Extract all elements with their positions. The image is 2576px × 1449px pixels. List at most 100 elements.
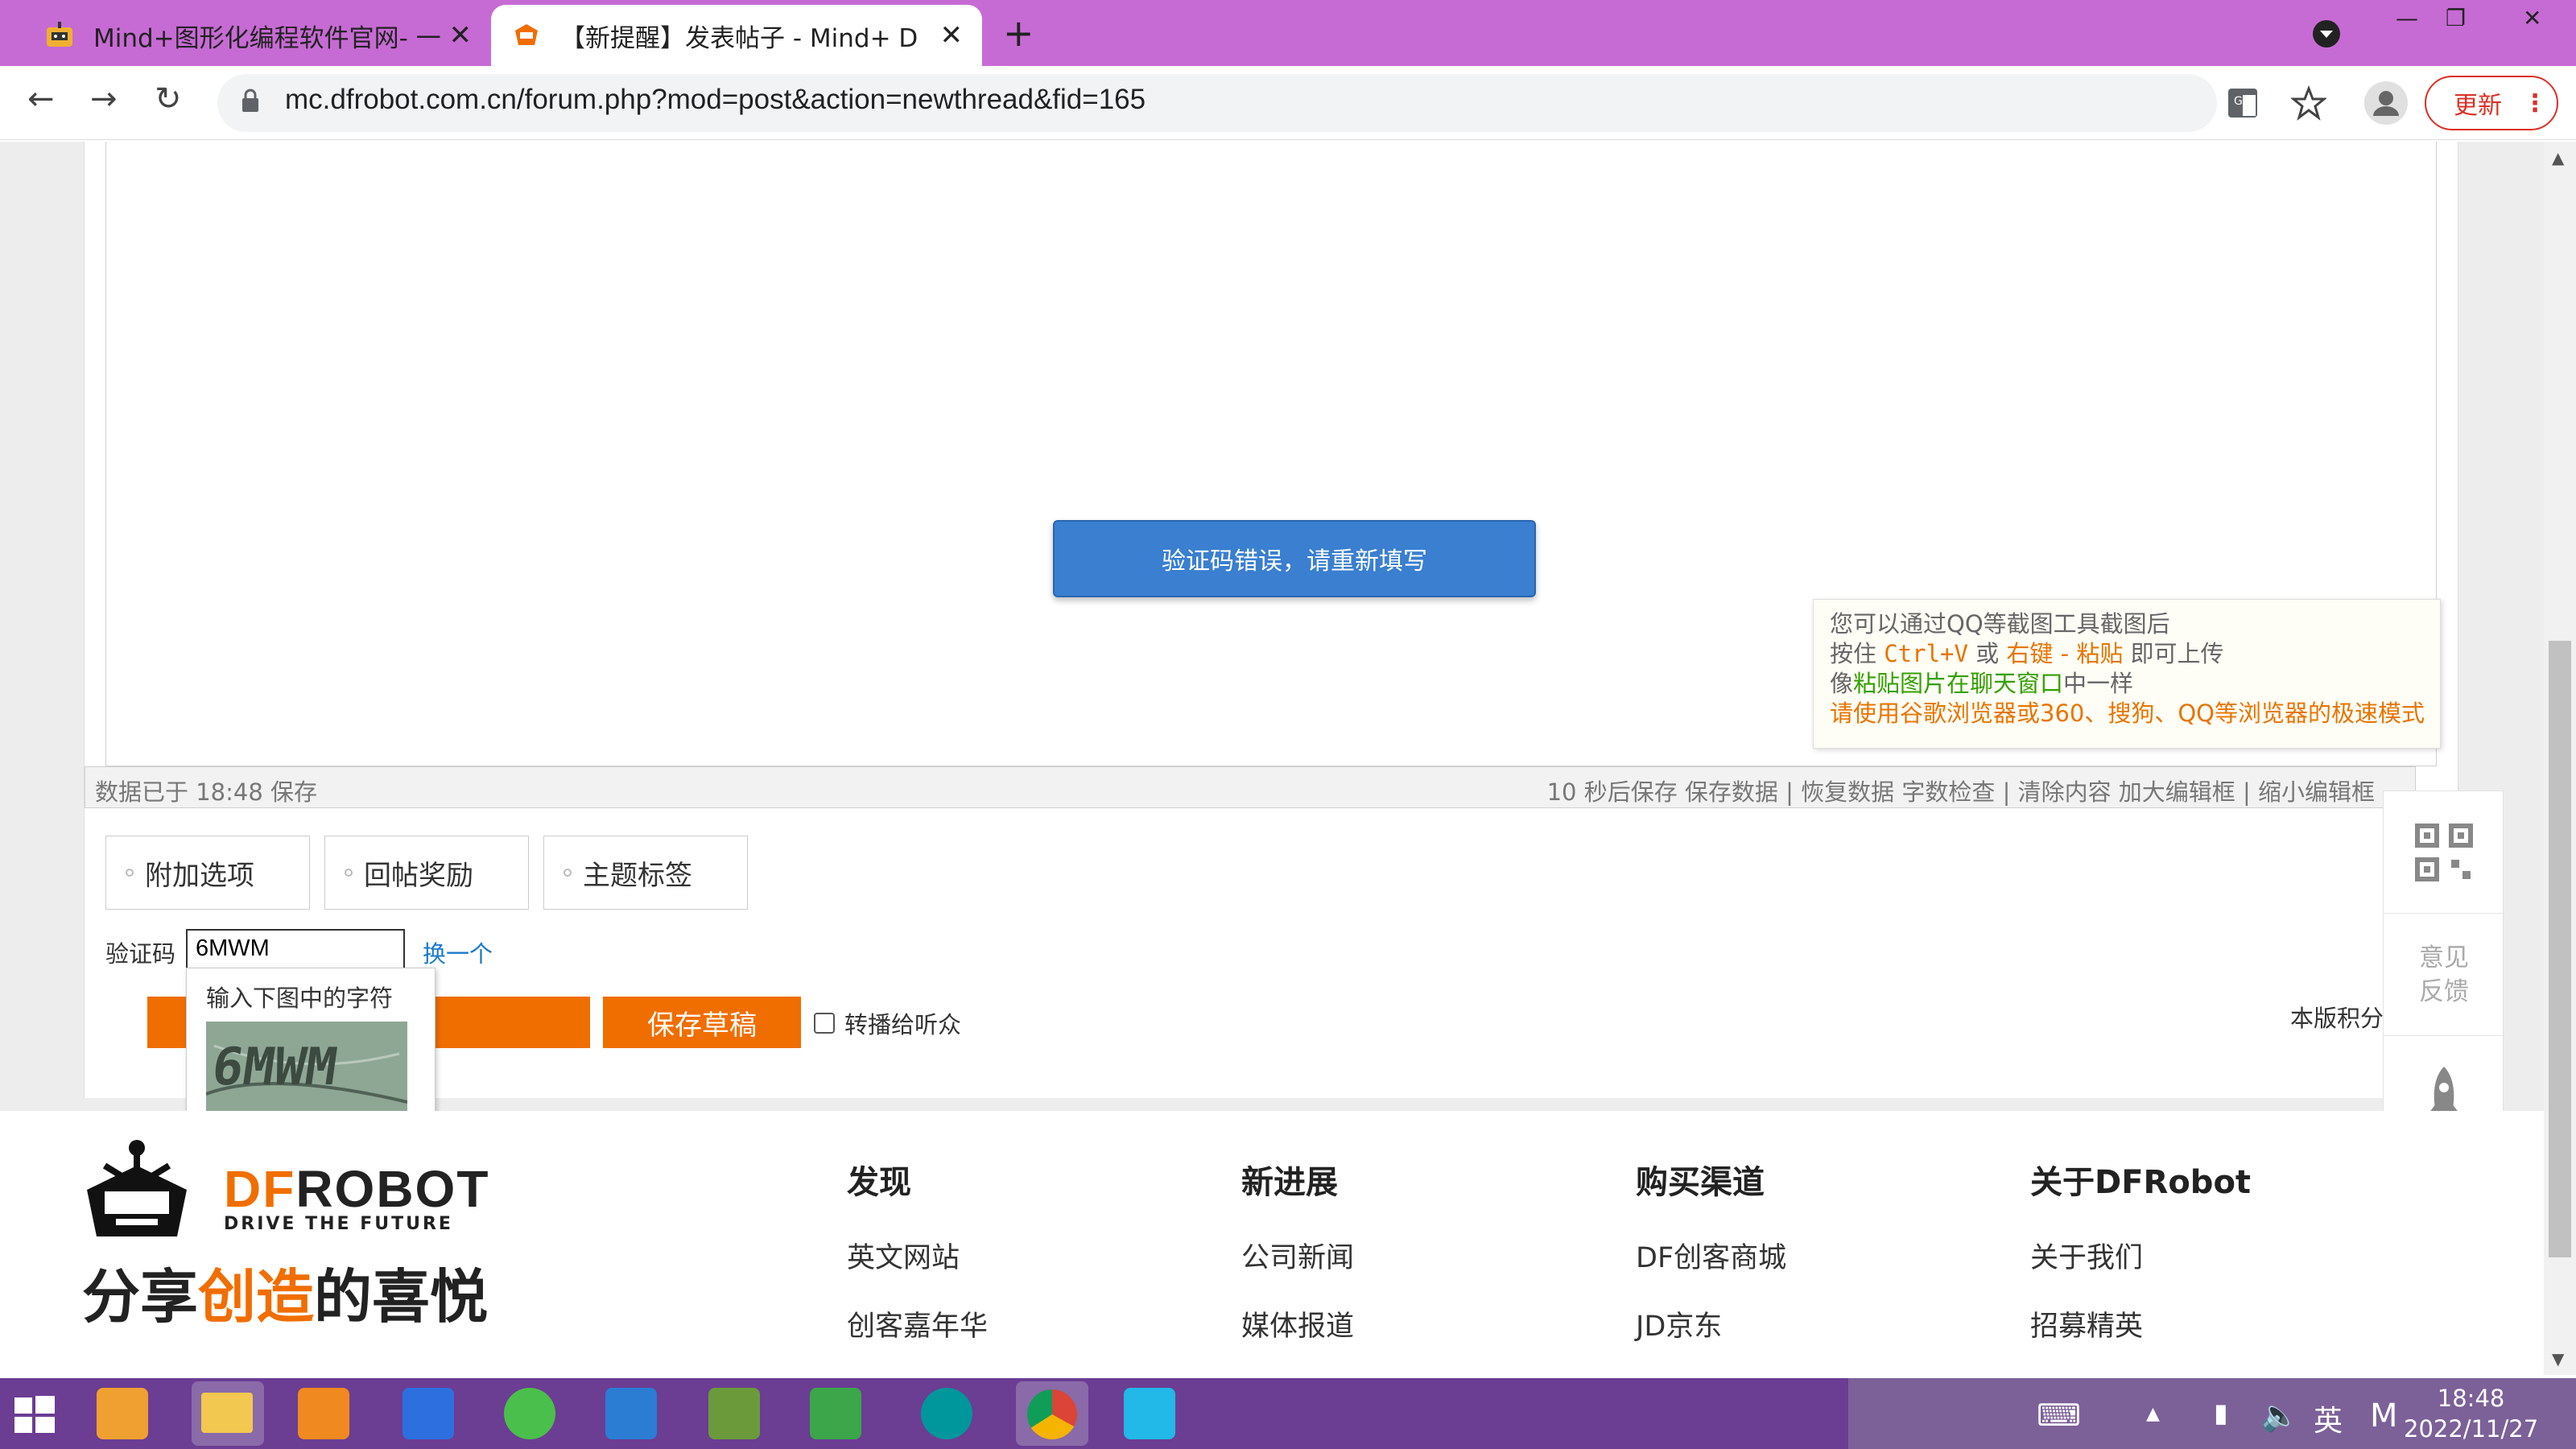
vertical-scrollbar[interactable]: ▲ ▼: [2544, 142, 2576, 1375]
minimize-icon[interactable]: —: [2396, 5, 2418, 31]
captcha-image[interactable]: 6MWM: [205, 1022, 408, 1118]
save-status: 数据已于 18:48 保存: [95, 778, 318, 806]
minecraft-app-icon[interactable]: [708, 1388, 760, 1439]
footer-column-buy: 购买渠道 DF创客商城 JD京东: [1636, 1156, 1786, 1372]
close-tab-icon[interactable]: ✕: [449, 19, 473, 52]
wps-app-icon[interactable]: [402, 1388, 454, 1439]
more-menu-icon: ⋮: [2523, 89, 2547, 118]
footer-link[interactable]: DF创客商城: [1636, 1235, 1786, 1276]
windows-start-icon[interactable]: [14, 1396, 55, 1433]
tip-line-1: 您可以通过QQ等截图工具截图后: [1830, 610, 2170, 638]
tip-text: 即可上传: [2123, 640, 2224, 667]
file-explorer-active-slot[interactable]: [192, 1381, 264, 1446]
broadcast-option[interactable]: 转播给听众: [814, 1006, 961, 1040]
footer-link[interactable]: 英文网站: [847, 1235, 988, 1276]
footer-heading: 新进展: [1241, 1164, 1338, 1201]
system-clock[interactable]: 18:48 2022/11/27: [2404, 1383, 2538, 1444]
dfrobot-favicon-icon: [515, 24, 538, 45]
topic-tag-button[interactable]: 主题标签: [543, 836, 748, 910]
windows-taskbar: ⌨ ▲ ▮ 🔈 英 M 18:48 2022/11/27: [0, 1378, 2576, 1449]
editor-statusbar: 数据已于 18:48 保存 10 秒后保存 保存数据 | 恢复数据 字数检查 |…: [85, 766, 2416, 808]
ime-language[interactable]: 英: [2314, 1397, 2343, 1439]
bullet-icon: [564, 869, 572, 877]
video-player-app-icon[interactable]: [1124, 1388, 1175, 1439]
footer-link[interactable]: 创客嘉年华: [847, 1303, 988, 1344]
footer-link[interactable]: 招募精英: [2030, 1303, 2251, 1344]
extra-options-button[interactable]: 附加选项: [105, 836, 310, 910]
scratch-app-icon[interactable]: [97, 1388, 148, 1439]
arduino-app-icon[interactable]: [921, 1388, 972, 1439]
close-tab-icon[interactable]: ✕: [940, 19, 964, 52]
volume-icon[interactable]: 🔈: [2260, 1397, 2298, 1434]
profile-avatar-icon[interactable]: [2363, 80, 2409, 126]
tab-title: Mind+图形化编程软件官网- 一站: [93, 23, 441, 53]
vscode-app-icon[interactable]: [605, 1388, 657, 1439]
tab-new-thread[interactable]: 【新提醒】发表帖子 - Mind+ D ✕: [491, 5, 982, 66]
brand-tagline: DRIVE THE FUTURE: [224, 1214, 453, 1234]
captcha-image-text: 6MWM: [208, 1037, 341, 1097]
lock-icon: [242, 89, 258, 112]
back-icon[interactable]: ←: [27, 80, 55, 118]
tab-mindplus-home[interactable]: Mind+图形化编程软件官网- 一站 ✕: [24, 5, 491, 66]
clock-date: 2022/11/27: [2404, 1415, 2539, 1443]
change-captcha-link[interactable]: 换一个: [423, 935, 493, 969]
new-tab-icon[interactable]: +: [1003, 11, 1034, 55]
slogan-highlight: 创造: [198, 1263, 315, 1331]
forward-icon[interactable]: →: [90, 80, 118, 118]
restore-icon[interactable]: ❐: [2446, 5, 2466, 31]
scroll-up-icon[interactable]: ▲: [2552, 148, 2564, 167]
clock-time: 18:48: [2437, 1385, 2505, 1412]
captcha-hint: 输入下图中的字符: [206, 985, 394, 1012]
footer-column-discover: 发现 英文网站 创客嘉年华: [847, 1156, 988, 1372]
chrome-active-slot[interactable]: [1016, 1381, 1088, 1446]
tip-text: 像: [1830, 670, 1854, 697]
tab-search-icon[interactable]: [2310, 18, 2343, 50]
reload-icon[interactable]: ↻: [155, 80, 182, 118]
close-window-icon[interactable]: ✕: [2523, 5, 2541, 31]
tab-title: 【新提醒】发表帖子 - Mind+ D: [560, 23, 919, 53]
footer-heading: 关于DFRobot: [2030, 1164, 2252, 1201]
broadcast-checkbox[interactable]: [814, 1013, 835, 1034]
save-draft-button[interactable]: 保存草稿: [603, 997, 801, 1048]
captcha-popup: 输入下图中的字符 6MWM: [186, 968, 436, 1127]
ime-mode[interactable]: M: [2370, 1397, 2398, 1435]
site-footer: DFROBOT DRIVE THE FUTURE 分享创造的喜悦 发现 英文网站…: [0, 1111, 2544, 1385]
address-bar[interactable]: mc.dfrobot.com.cn/forum.php?mod=post&act…: [217, 74, 2326, 132]
mindplus-favicon-icon: [47, 22, 72, 47]
dfrobot-wordmark: DFROBOT: [224, 1159, 489, 1219]
translate-icon[interactable]: G: [2227, 87, 2259, 119]
footer-link[interactable]: 公司新闻: [1241, 1235, 1354, 1276]
editor-area[interactable]: 验证码错误，请重新填写 您可以通过QQ等截图工具截图后 按住 Ctrl+V 或 …: [105, 142, 2441, 766]
tip-right-click: 右键 - 粘贴: [2006, 640, 2124, 667]
feedback-label: 反馈: [2419, 976, 2469, 1006]
file-explorer-icon: [201, 1393, 253, 1433]
network-icon[interactable]: ▮: [2214, 1397, 2228, 1428]
option-label: 回帖奖励: [364, 859, 473, 892]
footer-link[interactable]: 媒体报道: [1241, 1303, 1354, 1344]
colorful-app-icon[interactable]: [504, 1388, 555, 1439]
post-form: 验证码错误，请重新填写 您可以通过QQ等截图工具截图后 按住 Ctrl+V 或 …: [84, 142, 2458, 1127]
reply-reward-button[interactable]: 回帖奖励: [324, 836, 529, 910]
footer-heading: 购买渠道: [1636, 1164, 1765, 1201]
qrcode-icon: [2415, 823, 2473, 881]
keyboard-icon[interactable]: ⌨: [2037, 1397, 2081, 1433]
scroll-down-icon[interactable]: ▼: [2552, 1349, 2564, 1368]
footer-link[interactable]: JD京东: [1636, 1303, 1786, 1344]
footer-column-about: 关于DFRobot 关于我们 招募精英: [2030, 1156, 2251, 1372]
bookmark-star-icon[interactable]: [2291, 85, 2326, 121]
bullet-icon: [126, 869, 134, 877]
settings-app-icon[interactable]: [298, 1388, 349, 1439]
feedback-button[interactable]: 意见 反馈: [2384, 914, 2504, 1036]
update-button[interactable]: 更新 ⋮: [2425, 76, 2558, 130]
scrollbar-thumb[interactable]: [2549, 641, 2571, 1257]
paste-tip: 您可以通过QQ等截图工具截图后 按住 Ctrl+V 或 右键 - 粘贴 即可上传…: [1813, 599, 2441, 749]
chrome-icon: [1027, 1389, 1077, 1439]
editor-links[interactable]: 10 秒后保存 保存数据 | 恢复数据 字数检查 | 清除内容 加大编辑框 | …: [1547, 774, 2375, 807]
mind-app-icon[interactable]: [810, 1388, 861, 1439]
footer-link[interactable]: 关于我们: [2030, 1235, 2251, 1276]
qrcode-button[interactable]: [2384, 791, 2504, 914]
tray-expand-icon[interactable]: ▲: [2146, 1404, 2160, 1424]
captcha-input[interactable]: 6MWM: [186, 929, 405, 969]
slogan-part: 的喜悦: [314, 1263, 489, 1331]
captcha-label: 验证码: [105, 940, 176, 968]
